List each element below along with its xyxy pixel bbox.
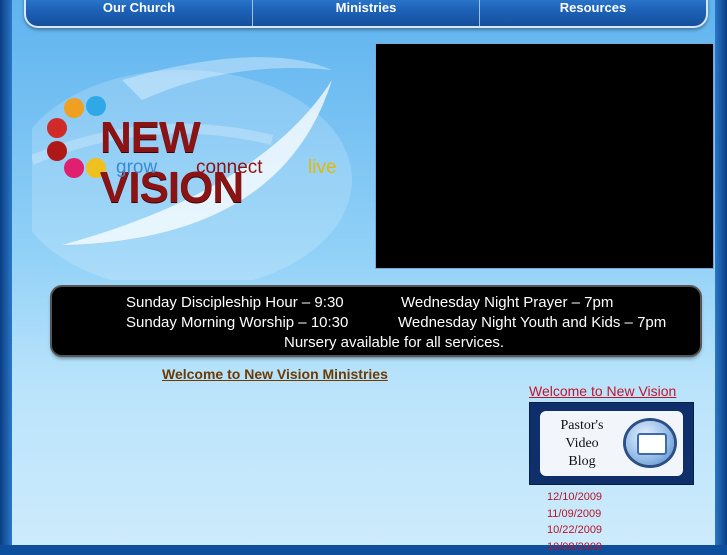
blog-label-line1: Pastor's: [548, 417, 616, 435]
logo-dot-orange: [64, 98, 84, 118]
blog-label-line3: Blog: [548, 453, 616, 471]
schedule-wednesday-youth: Wednesday Night Youth and Kids – 7pm: [398, 314, 666, 331]
logo-tag-live: live: [308, 157, 337, 179]
blog-date-link[interactable]: 11/09/2009: [547, 506, 602, 523]
schedule-nursery: Nursery available for all services.: [284, 334, 504, 351]
service-schedule-banner: Sunday Discipleship Hour – 9:30 Wednesda…: [52, 287, 700, 355]
nav-our-church[interactable]: Our Church: [26, 0, 253, 26]
nav-ministries[interactable]: Ministries: [253, 0, 480, 26]
tv-screen: [637, 433, 667, 455]
welcome-ministries-link[interactable]: Welcome to New Vision Ministries: [162, 366, 388, 382]
blog-date-list: 12/10/2009 11/09/2009 10/22/2009 10/08/2…: [547, 489, 602, 555]
tv-icon: [626, 421, 674, 465]
nav-resources[interactable]: Resources: [480, 0, 706, 26]
blog-date-link[interactable]: 10/08/2009: [547, 539, 602, 555]
logo-dot-darkred: [47, 141, 67, 161]
pastor-video-blog-button[interactable]: Pastor's Video Blog: [529, 402, 694, 485]
video-player[interactable]: [375, 43, 714, 269]
schedule-sunday-worship: Sunday Morning Worship – 10:30: [126, 314, 348, 331]
blog-label-line2: Video: [548, 435, 616, 453]
main-nav: Our Church Ministries Resources: [24, 0, 708, 28]
logo-dot-red: [47, 118, 67, 138]
blog-date-link[interactable]: 10/22/2009: [547, 522, 602, 539]
logo-dot-pink: [64, 158, 84, 178]
schedule-sunday-discipleship: Sunday Discipleship Hour – 9:30: [126, 294, 344, 311]
blog-panel: Pastor's Video Blog: [540, 411, 683, 476]
blog-date-link[interactable]: 12/10/2009: [547, 489, 602, 506]
schedule-wednesday-prayer: Wednesday Night Prayer – 7pm: [401, 294, 613, 311]
welcome-new-vision-link[interactable]: Welcome to New Vision: [529, 383, 676, 399]
logo-tag-grow: grow: [116, 157, 157, 179]
right-border: [715, 0, 727, 545]
logo-tag-connect: connect: [196, 157, 263, 179]
new-vision-logo[interactable]: NEW VISION grow connect live: [46, 95, 346, 195]
left-border: [0, 0, 12, 545]
